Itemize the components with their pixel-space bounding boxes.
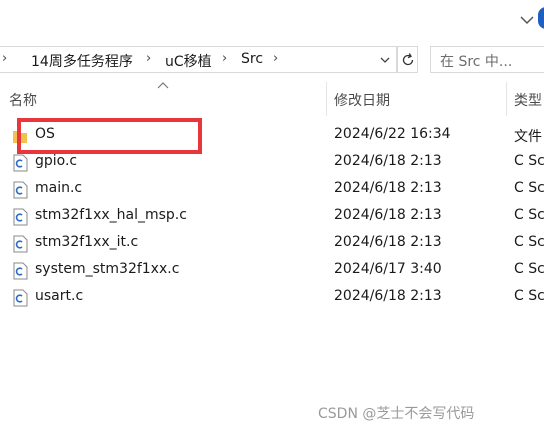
c-file-icon bbox=[13, 289, 28, 307]
c-file-icon bbox=[13, 208, 28, 226]
column-divider[interactable] bbox=[506, 82, 507, 116]
file-type: C Sc bbox=[514, 207, 544, 223]
file-name: stm32f1xx_it.c bbox=[35, 234, 139, 250]
c-file-icon bbox=[13, 262, 28, 280]
file-name: usart.c bbox=[35, 288, 84, 304]
file-type: C Sc bbox=[514, 153, 544, 169]
refresh-button[interactable] bbox=[397, 46, 418, 73]
file-name: system_stm32f1xx.c bbox=[35, 261, 180, 277]
file-date: 2024/6/18 2:13 bbox=[334, 207, 442, 223]
file-type: C Sc bbox=[514, 288, 544, 304]
file-type: C Sc bbox=[514, 261, 544, 277]
column-header-type[interactable]: 类型 bbox=[514, 90, 542, 110]
list-item[interactable]: main.c 2024/6/18 2:13 C Sc bbox=[0, 176, 544, 203]
column-header: 名称 修改日期 类型 bbox=[0, 82, 544, 114]
breadcrumb-separator: › bbox=[2, 51, 8, 66]
file-date: 2024/6/18 2:13 bbox=[334, 288, 442, 304]
highlight-annotation-box bbox=[17, 118, 202, 154]
file-date: 2024/6/18 2:13 bbox=[334, 234, 442, 250]
chevron-down-icon[interactable] bbox=[517, 10, 537, 30]
refresh-icon bbox=[402, 53, 414, 66]
watermark-text: CSDN @芝士不会写代码 bbox=[318, 406, 475, 422]
list-item[interactable]: stm32f1xx_hal_msp.c 2024/6/18 2:13 C Sc bbox=[0, 203, 544, 230]
breadcrumb-item[interactable]: Src bbox=[241, 51, 263, 67]
file-date: 2024/6/18 2:13 bbox=[334, 153, 442, 169]
file-type: C Sc bbox=[514, 234, 544, 250]
c-file-icon bbox=[13, 154, 28, 172]
file-date: 2024/6/22 16:34 bbox=[334, 126, 451, 142]
file-date: 2024/6/17 3:40 bbox=[334, 261, 442, 277]
title-bar bbox=[0, 0, 544, 40]
sort-ascending-icon bbox=[157, 82, 169, 89]
column-header-name[interactable]: 名称 bbox=[9, 90, 37, 110]
file-date: 2024/6/18 2:13 bbox=[334, 180, 442, 196]
list-item[interactable]: stm32f1xx_it.c 2024/6/18 2:13 C Sc bbox=[0, 230, 544, 257]
file-name: main.c bbox=[35, 180, 83, 196]
breadcrumb-separator[interactable]: › bbox=[273, 51, 278, 66]
list-item[interactable]: system_stm32f1xx.c 2024/6/17 3:40 C Sc bbox=[0, 257, 544, 284]
breadcrumb-item[interactable]: uC移植 bbox=[165, 51, 212, 71]
breadcrumb-separator[interactable]: › bbox=[222, 51, 227, 66]
address-bar[interactable]: › 14周多任务程序 › uC移植 › Src › bbox=[0, 46, 397, 73]
column-header-date[interactable]: 修改日期 bbox=[334, 90, 390, 110]
file-name: stm32f1xx_hal_msp.c bbox=[35, 207, 187, 223]
breadcrumb-separator[interactable]: › bbox=[146, 51, 151, 66]
search-input[interactable]: 在 Src 中... bbox=[430, 46, 544, 73]
c-file-icon bbox=[13, 235, 28, 253]
file-type: 文件 bbox=[514, 129, 542, 145]
help-icon[interactable] bbox=[538, 7, 544, 29]
search-placeholder: 在 Src 中... bbox=[440, 54, 513, 70]
list-item[interactable]: usart.c 2024/6/18 2:13 C Sc bbox=[0, 284, 544, 311]
breadcrumb-item[interactable]: 14周多任务程序 bbox=[31, 51, 133, 71]
file-type: C Sc bbox=[514, 180, 544, 196]
column-divider[interactable] bbox=[326, 82, 327, 116]
chevron-down-icon[interactable] bbox=[378, 53, 392, 67]
c-file-icon bbox=[13, 181, 28, 199]
file-name: gpio.c bbox=[35, 153, 78, 169]
